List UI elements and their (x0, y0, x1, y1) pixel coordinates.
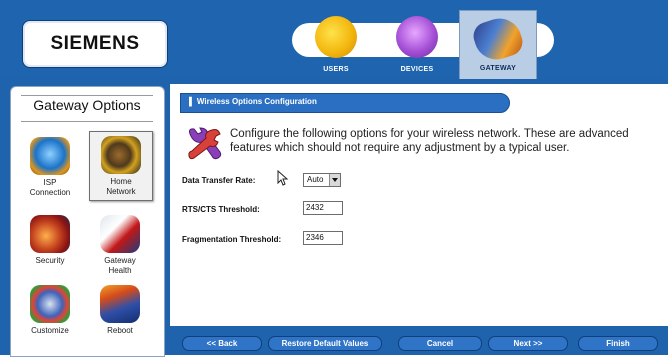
users-icon (315, 16, 357, 58)
isp-connection-icon (30, 137, 70, 175)
sidebar-item-label: Security (19, 256, 81, 266)
top-bar: SIEMENS USERS DEVICES GATEWAY (0, 0, 668, 79)
sidebar-divider-top (21, 95, 153, 96)
sidebar-item-isp-connection[interactable]: ISP Connection (19, 133, 81, 201)
fragmentation-threshold-input[interactable]: 2346 (303, 231, 343, 245)
cancel-button[interactable]: Cancel (398, 336, 482, 351)
label-line-1: Security (35, 256, 65, 265)
label-line-2: Network (106, 187, 136, 196)
sidebar-item-label: ISP Connection (19, 178, 81, 198)
back-button[interactable]: << Back (182, 336, 262, 351)
intro-description: Configure the following options for your… (230, 128, 629, 154)
finish-button[interactable]: Finish (578, 336, 658, 351)
sidebar-item-reboot[interactable]: Reboot (89, 281, 151, 349)
main-panel: ▌ Wireless Options Configuration Configu… (170, 84, 668, 355)
customize-icon (30, 285, 70, 323)
sidebar-item-label: Customize (19, 326, 81, 336)
restore-defaults-button[interactable]: Restore Default Values (268, 336, 382, 351)
label-line-2: Health (108, 266, 132, 275)
sidebar-item-label: Gateway Health (89, 256, 151, 276)
nav-tab-users-label: USERS (323, 66, 349, 73)
label-line-1: Home (110, 177, 132, 186)
nav-tab-users[interactable]: USERS (300, 12, 372, 78)
rts-cts-threshold-input[interactable]: 2432 (303, 201, 343, 215)
reboot-icon (100, 285, 140, 323)
app-window: SIEMENS USERS DEVICES GATEWAY Gateway Op… (0, 0, 668, 357)
label-line-1: Reboot (107, 326, 133, 335)
sidebar-title: Gateway Options (33, 97, 141, 113)
section-header-bar: ▌ Wireless Options Configuration (180, 93, 510, 113)
sidebar-item-customize[interactable]: Customize (19, 281, 81, 349)
nav-tab-gateway[interactable]: GATEWAY (459, 10, 537, 79)
label-line-2: Connection (29, 188, 71, 197)
rts-cts-threshold-label: RTS/CTS Threshold: (182, 205, 260, 214)
sidebar-divider-bottom (21, 121, 153, 122)
siemens-logo: SIEMENS (22, 20, 168, 68)
gateway-icon (469, 12, 527, 66)
nav-tab-devices[interactable]: DEVICES (381, 12, 453, 78)
wrench-tools-icon (188, 127, 222, 160)
security-icon (30, 215, 70, 253)
mouse-pointer-icon (277, 170, 289, 186)
home-network-icon (101, 136, 141, 174)
nav-tab-devices-label: DEVICES (400, 66, 434, 73)
sidebar-item-gateway-health[interactable]: Gateway Health (89, 211, 151, 279)
gateway-options-sidebar: Gateway Options ISP Connection Home Netw… (10, 86, 165, 357)
section-title-text: Wireless Options Configuration (196, 97, 317, 106)
label-line-1: ISP (43, 178, 57, 187)
label-line-1: Gateway (104, 256, 136, 265)
data-transfer-rate-value: Auto (307, 175, 324, 184)
devices-icon (396, 16, 438, 58)
fragmentation-threshold-label: Fragmentation Threshold: (182, 235, 282, 244)
nav-tab-gateway-label: GATEWAY (479, 65, 517, 72)
data-transfer-rate-select[interactable]: Auto (303, 173, 341, 187)
section-title: ▌ Wireless Options Configuration (189, 97, 317, 106)
section-bullet: ▌ (189, 97, 197, 106)
chevron-down-icon[interactable] (329, 174, 340, 186)
label-line-1: Customize (31, 326, 69, 335)
sidebar-item-security[interactable]: Security (19, 211, 81, 279)
sidebar-item-home-network[interactable]: Home Network (89, 131, 153, 201)
sidebar-item-label: Home Network (90, 177, 152, 197)
next-button[interactable]: Next >> (488, 336, 568, 351)
data-transfer-rate-label: Data Transfer Rate: (182, 176, 256, 185)
logo-text: SIEMENS (50, 33, 140, 54)
gateway-health-icon (100, 215, 140, 253)
sidebar-item-label: Reboot (89, 326, 151, 336)
